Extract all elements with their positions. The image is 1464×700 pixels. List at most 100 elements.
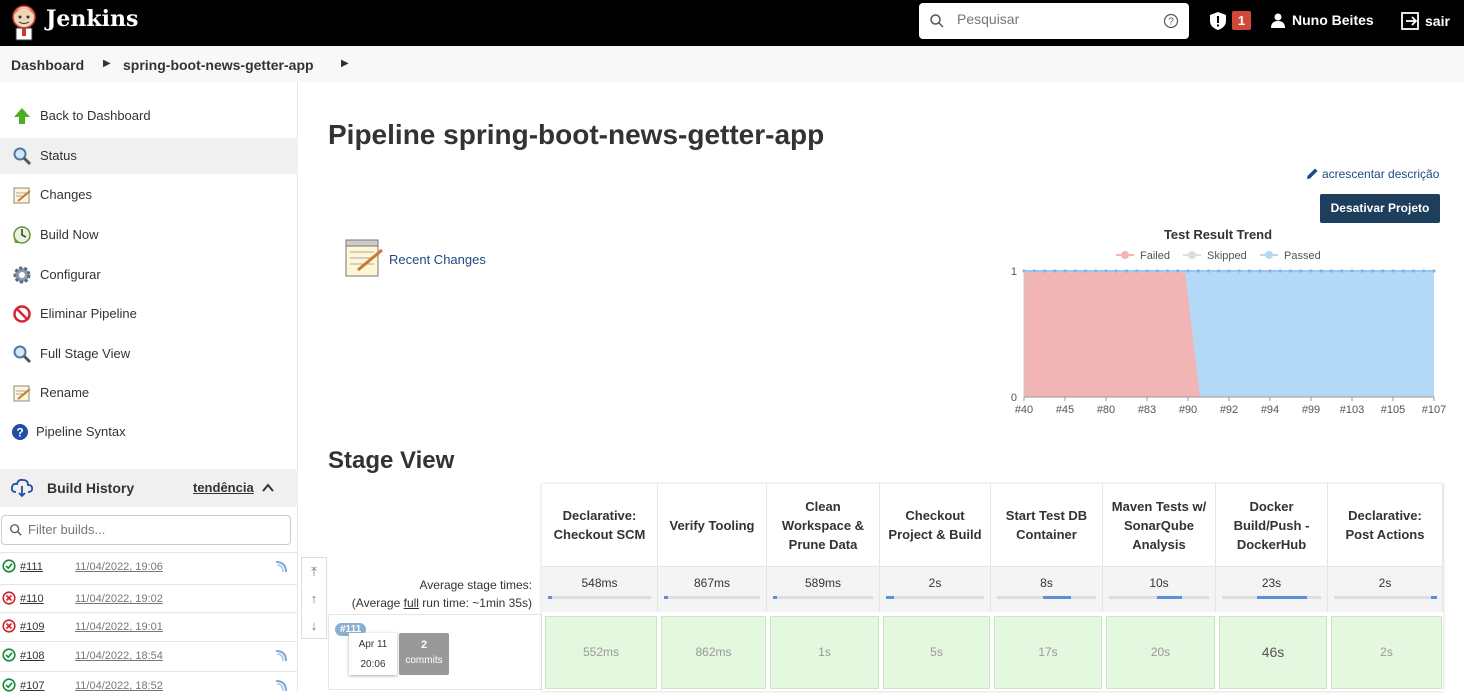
data-point <box>1145 269 1149 273</box>
console-output-icon[interactable] <box>274 560 288 574</box>
help-icon[interactable]: ? <box>1163 13 1179 29</box>
x-tick-label: #94 <box>1261 404 1279 416</box>
stage-run-cell[interactable]: 46s <box>1219 616 1327 689</box>
build-number-link[interactable]: #111 <box>20 561 43 573</box>
search-box[interactable]: ? <box>919 3 1189 39</box>
task-back-to-dashboard[interactable]: Back to Dashboard <box>0 98 298 134</box>
scroll-top-icon[interactable]: ⤒ <box>302 558 326 585</box>
scroll-down-icon[interactable]: ↓ <box>302 612 326 639</box>
task-label: Changes <box>40 187 93 202</box>
stage-run-cell[interactable]: 17s <box>994 616 1102 689</box>
build-row[interactable]: #109 11/04/2022, 19:01 <box>0 612 298 641</box>
data-point <box>1340 269 1344 273</box>
up-arrow-icon <box>14 108 30 124</box>
failed-status-icon <box>2 619 16 633</box>
breadcrumb-job[interactable]: spring-boot-news-getter-app <box>123 57 314 73</box>
recent-changes-link[interactable]: Recent Changes <box>389 252 486 267</box>
alert-count-badge[interactable]: 1 <box>1232 11 1251 30</box>
y-axis: 01 <box>1011 266 1017 404</box>
stage-average-value: 10s <box>1149 576 1169 590</box>
task-full-stage-view[interactable]: Full Stage View <box>0 336 298 372</box>
build-row[interactable]: #111 11/04/2022, 19:06 <box>0 552 298 581</box>
security-shield-icon[interactable] <box>1209 11 1227 31</box>
trend-link[interactable]: tendência <box>193 480 254 495</box>
success-status-icon <box>2 678 16 692</box>
breadcrumb-chevron-icon[interactable]: ▶ <box>341 58 349 69</box>
build-number-link[interactable]: #110 <box>20 593 44 605</box>
breadcrumb-dashboard[interactable]: Dashboard <box>11 57 84 73</box>
chevron-up-icon[interactable] <box>262 483 274 493</box>
scroll-up-icon[interactable]: ↑ <box>302 585 326 612</box>
stage-average-bar-fill <box>1430 596 1437 599</box>
stage-average-value: 2s <box>928 576 942 590</box>
data-point <box>1165 269 1170 273</box>
run-date-box: Apr 11 20:06 <box>349 633 397 675</box>
brand-name[interactable]: Jenkins <box>46 6 138 32</box>
legend-marker <box>1265 251 1273 259</box>
build-row[interactable]: #108 11/04/2022, 18:54 <box>0 641 298 670</box>
filter-builds-box[interactable] <box>1 515 291 545</box>
task-status[interactable]: Status <box>0 138 298 174</box>
stage-average-bar <box>773 596 873 599</box>
data-point <box>1114 269 1118 273</box>
build-date-link[interactable]: 11/04/2022, 18:54 <box>75 650 163 662</box>
task-eliminar-pipeline[interactable]: Eliminar Pipeline <box>0 296 298 332</box>
breadcrumb-chevron-icon[interactable]: ▶ <box>103 58 111 69</box>
build-date-link[interactable]: 11/04/2022, 18:52 <box>75 680 163 692</box>
disable-project-button[interactable]: Desativar Projeto <box>1320 194 1440 223</box>
stage-run-cell[interactable]: 1s <box>770 616 879 689</box>
pencil-icon <box>1307 168 1318 179</box>
notepad-icon <box>13 385 31 402</box>
stage-run-cell[interactable]: 552ms <box>545 616 657 689</box>
build-number-link[interactable]: #109 <box>20 621 44 633</box>
logout-icon <box>1401 12 1419 30</box>
task-rename[interactable]: Rename <box>0 375 298 411</box>
task-build-now[interactable]: Build Now <box>0 217 298 253</box>
magnifier-icon <box>13 345 32 364</box>
notepad-icon[interactable] <box>344 238 384 278</box>
add-description-link[interactable]: acrescentar descrição <box>1305 167 1439 181</box>
data-point <box>1237 269 1241 273</box>
task-label: Pipeline Syntax <box>36 424 126 439</box>
logout-link[interactable]: sair <box>1401 12 1450 30</box>
stage-run-cell[interactable]: 5s <box>883 616 990 689</box>
commits-count: 2 <box>420 639 428 651</box>
task-pipeline-syntax[interactable]: ? Pipeline Syntax <box>0 414 298 450</box>
data-point <box>1032 269 1036 273</box>
build-date-link[interactable]: 11/04/2022, 19:02 <box>75 593 163 605</box>
stage-average: 548ms <box>542 567 658 612</box>
run-date: Apr 11 <box>358 639 388 650</box>
stage-average-bar-fill <box>1257 596 1307 599</box>
data-point <box>1278 269 1282 273</box>
full-run-time-link[interactable]: full <box>404 596 419 610</box>
task-changes[interactable]: Changes <box>0 177 298 213</box>
search-input[interactable] <box>957 11 1147 27</box>
build-row[interactable]: #107 11/04/2022, 18:52 <box>0 671 298 700</box>
stage-average: 23s <box>1216 567 1328 612</box>
commits-box[interactable]: 2 commits <box>399 633 449 675</box>
build-number-link[interactable]: #107 <box>20 680 44 692</box>
build-date-link[interactable]: 11/04/2022, 19:06 <box>75 561 163 573</box>
success-status-icon <box>2 648 16 662</box>
filter-builds-input[interactable] <box>28 522 278 537</box>
stage-run-cell[interactable]: 20s <box>1106 616 1215 689</box>
run-summary[interactable]: #111 Apr 11 20:06 2 commits <box>328 614 542 690</box>
stage-view-title: Stage View <box>328 447 455 474</box>
task-configurar[interactable]: Configurar <box>0 257 298 293</box>
failed-area <box>1024 271 1204 397</box>
stage-run-cell[interactable]: 862ms <box>661 616 766 689</box>
build-row[interactable]: #110 11/04/2022, 19:02 <box>0 584 298 613</box>
build-date-link[interactable]: 11/04/2022, 19:01 <box>75 621 163 633</box>
user-menu[interactable]: Nuno Beites <box>1270 12 1374 28</box>
data-point <box>1329 269 1334 273</box>
data-point <box>1411 269 1416 273</box>
data-point <box>1401 269 1405 273</box>
jenkins-logo-icon[interactable] <box>8 3 40 41</box>
stage-run-cell[interactable]: 2s <box>1331 616 1442 689</box>
chart-title: Test Result Trend <box>1164 227 1272 242</box>
test-result-trend-chart[interactable]: Test Result Trend Failed Skipped Passed #4… <box>1000 222 1460 422</box>
build-number-link[interactable]: #108 <box>20 650 44 662</box>
svg-text:?: ? <box>1168 17 1174 28</box>
data-point <box>1176 269 1180 273</box>
console-output-icon[interactable] <box>274 649 288 663</box>
